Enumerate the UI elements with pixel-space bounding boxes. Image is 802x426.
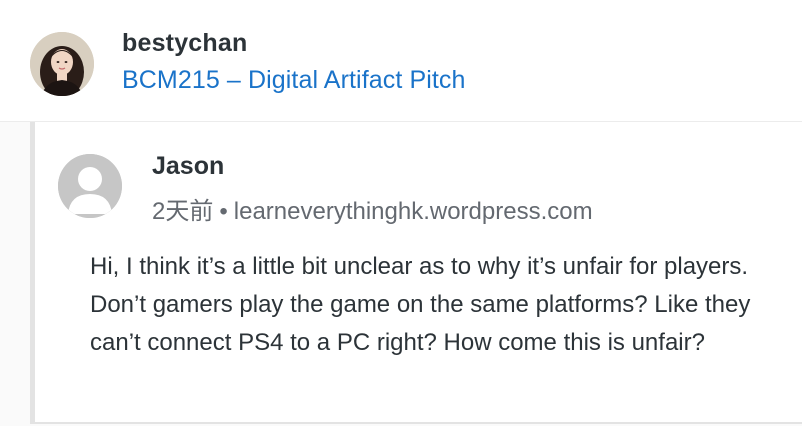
comment-card: Jason 2天前 • learneverythinghk.wordpress.co… xyxy=(30,122,802,424)
comment-body: Hi, I think it’s a little bit unclear as… xyxy=(90,253,751,356)
post-header: bestychan BCM215 – Digital Artifact Pitc… xyxy=(0,0,802,122)
commenter-avatar[interactable] xyxy=(58,154,122,218)
reader-comment-page: bestychan BCM215 – Digital Artifact Pitc… xyxy=(0,0,802,426)
comment-time[interactable]: 2天前 xyxy=(152,198,213,225)
commenter-site-link[interactable]: learneverythinghk.wordpress.com xyxy=(234,198,593,225)
post-author-name[interactable]: bestychan xyxy=(122,29,247,58)
comment-meta: 2天前 • learneverythinghk.wordpress.com xyxy=(152,191,593,226)
post-title-link[interactable]: BCM215 – Digital Artifact Pitch xyxy=(122,66,466,95)
profile-photo-icon xyxy=(30,32,94,96)
author-avatar[interactable] xyxy=(30,32,94,96)
comment-area: Jason 2天前 • learneverythinghk.wordpress.co… xyxy=(0,122,802,426)
divider xyxy=(30,422,802,424)
meta-separator: • xyxy=(219,198,228,225)
default-user-icon xyxy=(58,154,122,218)
commenter-name[interactable]: Jason xyxy=(152,152,224,181)
